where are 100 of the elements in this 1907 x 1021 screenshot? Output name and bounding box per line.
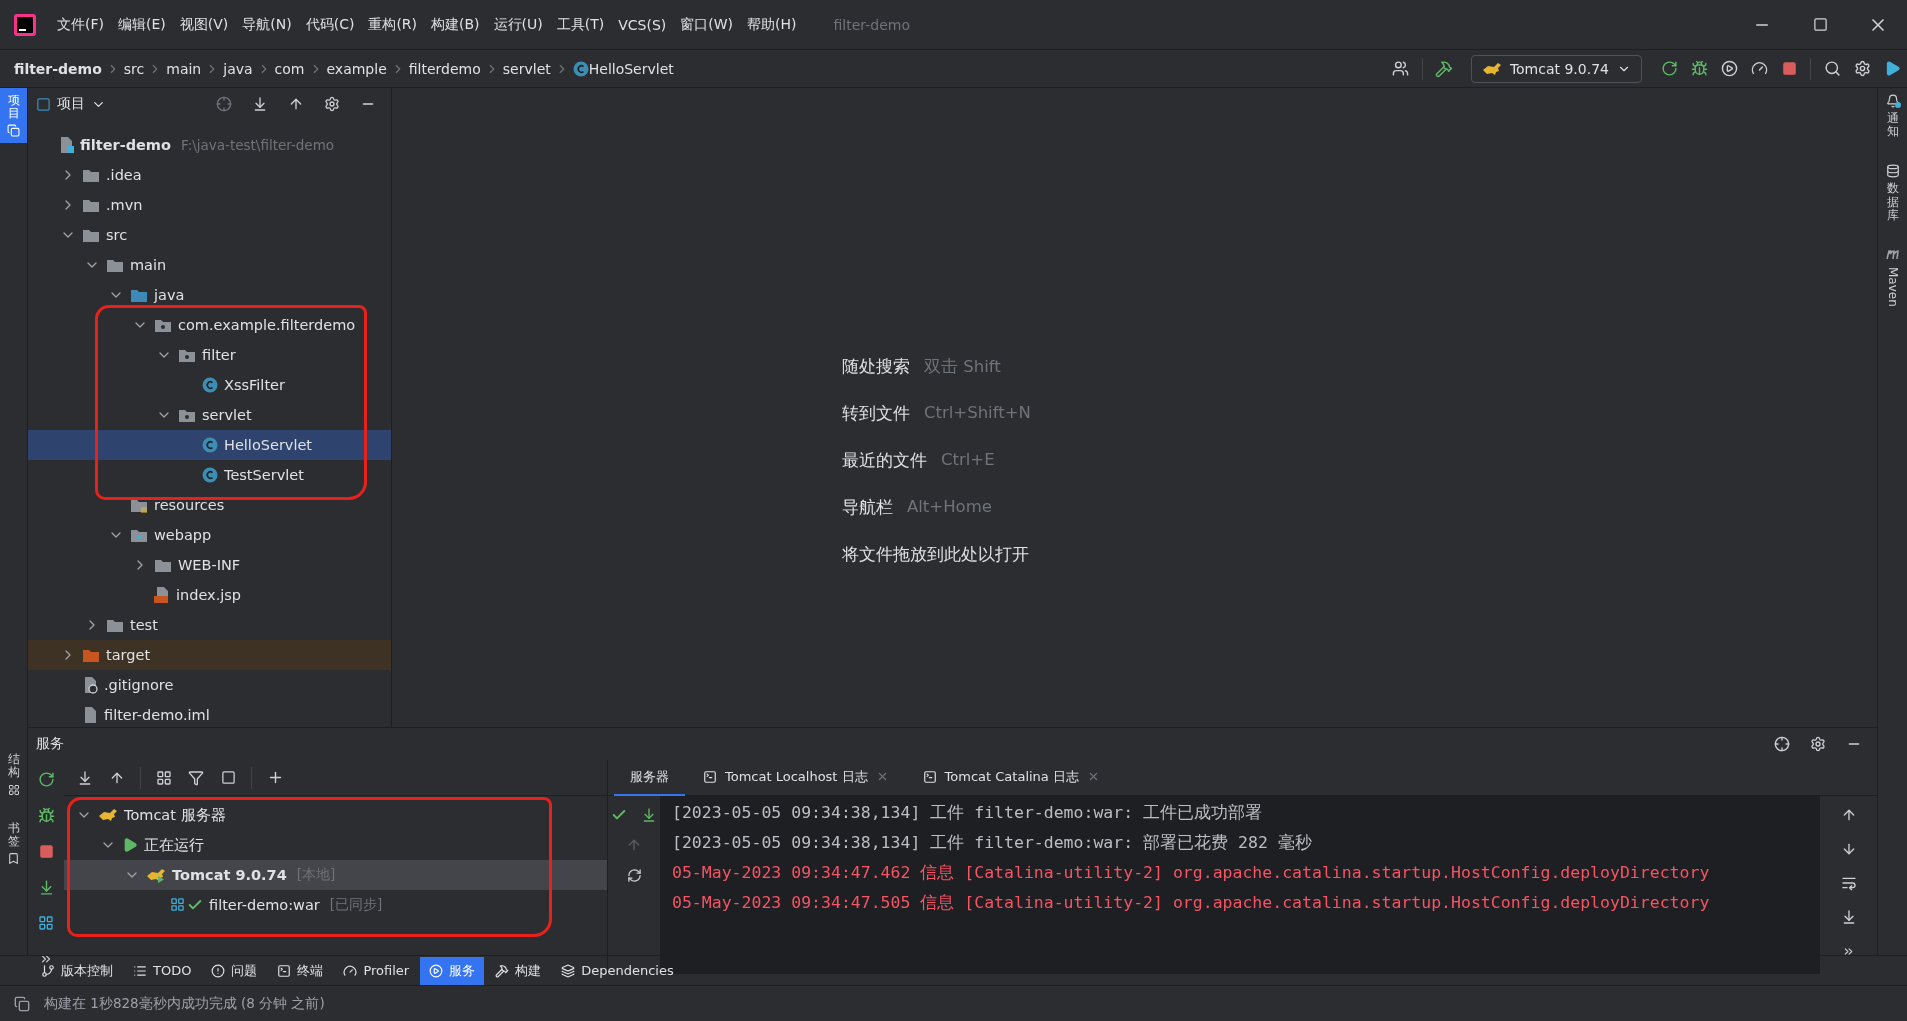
tree-row[interactable]: .mvn	[28, 190, 391, 220]
panel-title: 服务	[36, 735, 64, 753]
node-label: index.jsp	[176, 587, 242, 603]
hint-action: 转到文件	[842, 403, 910, 425]
breadcrumb-item[interactable]: java	[223, 60, 253, 77]
breadcrumb-item[interactable]: src	[123, 60, 145, 77]
menu-item[interactable]: 运行(U)	[486, 15, 550, 34]
hint-shortcut: Ctrl+E	[941, 450, 995, 471]
source-folder-icon	[130, 287, 148, 303]
tree-row[interactable]: com.example.filterdemo	[28, 310, 391, 340]
breadcrumb-item[interactable]: filterdemo	[408, 60, 481, 77]
resources-folder-icon	[130, 497, 148, 513]
node-label: com.example.filterdemo	[178, 317, 356, 333]
hint-shortcut: 双击 Shift	[924, 356, 1001, 378]
node-label: java	[154, 287, 185, 303]
tool-window-button[interactable]: Dependencies	[552, 956, 683, 985]
tree-row[interactable]: filter-demo:war [已同步]	[64, 890, 607, 920]
tree-row[interactable]: TestServlet	[28, 460, 391, 490]
terminal-icon	[922, 769, 937, 784]
tree-row[interactable]: index.jsp	[28, 580, 391, 610]
hint-shortcut: Ctrl+Shift+N	[924, 403, 1031, 424]
breadcrumb-item[interactable]: main	[166, 60, 202, 77]
tree-row[interactable]: filter	[28, 340, 391, 370]
tree-row[interactable]: filter-demo F:\java-test\filter-demo	[28, 130, 391, 160]
tree-row[interactable]: .idea	[28, 160, 391, 190]
tree-row[interactable]: XssFilter	[28, 370, 391, 400]
menu-item[interactable]: 代码(C)	[298, 15, 362, 34]
jsp-file-icon	[154, 586, 170, 604]
tree-row[interactable]: java	[28, 280, 391, 310]
node-label: webapp	[154, 527, 212, 543]
menu-item[interactable]: 文件(F)	[50, 15, 111, 34]
run-config-dropdown[interactable]: Tomcat 9.0.74	[1470, 54, 1642, 83]
tool-strip-button[interactable]: 通知	[1878, 88, 1907, 145]
menu-item[interactable]: 编辑(E)	[111, 15, 173, 34]
hint-shortcut: Alt+Home	[907, 497, 992, 518]
node-label: filter	[202, 347, 236, 363]
module-icon	[58, 136, 74, 154]
menu-item[interactable]: 窗口(W)	[673, 15, 741, 34]
tool-window-button[interactable]: TODO	[124, 956, 201, 985]
tool-window-button[interactable]: 服务	[420, 956, 485, 985]
terminal-icon	[703, 769, 717, 784]
tree-row[interactable]: filter-demo.iml	[28, 700, 391, 727]
tree-row[interactable]: Tomcat 服务器	[64, 800, 607, 830]
terminal-icon	[277, 963, 292, 978]
gauge-icon	[343, 963, 358, 978]
breadcrumb-item[interactable]: filter-demo	[14, 60, 102, 77]
tree-row[interactable]: HelloServlet	[28, 430, 391, 460]
panel-title[interactable]: 项目	[57, 95, 85, 113]
tool-window-button[interactable]: 问题	[202, 956, 267, 985]
tool-window-button[interactable]: Profiler	[334, 956, 419, 985]
hint-action: 最近的文件	[842, 450, 927, 472]
web-folder-icon	[130, 527, 148, 543]
tool-window-button[interactable]: 版本控制	[32, 956, 122, 985]
tree-row[interactable]: servlet	[28, 400, 391, 430]
branch-icon	[41, 963, 55, 978]
tool-strip-button[interactable]: Maven	[1878, 241, 1907, 313]
tool-window-button[interactable]: 终端	[268, 956, 333, 985]
tree-row[interactable]: .gitignore	[28, 670, 391, 700]
tree-row[interactable]: src	[28, 220, 391, 250]
class-icon	[202, 437, 218, 453]
menu-item[interactable]: 重构(R)	[361, 15, 425, 34]
class-icon	[572, 60, 589, 77]
tree-row[interactable]: resources	[28, 490, 391, 520]
project-tool-button[interactable]: 项目	[0, 88, 27, 144]
node-label: Tomcat 服务器	[124, 805, 226, 825]
tool-window-button[interactable]: 构建	[486, 956, 551, 985]
tree-row[interactable]: WEB-INF	[28, 550, 391, 580]
node-label: XssFilter	[224, 377, 285, 393]
alert-icon	[211, 963, 226, 978]
layout-icon[interactable]	[14, 995, 30, 1012]
tree-row[interactable]: test	[28, 610, 391, 640]
tree-row[interactable]: main	[28, 250, 391, 280]
hint-action: 导航栏	[842, 497, 893, 519]
menu-item[interactable]: 构建(B)	[424, 15, 487, 34]
breadcrumb-item[interactable]: servlet	[502, 60, 551, 77]
menu-item[interactable]: 视图(V)	[172, 15, 236, 34]
node-label: filter-demo	[80, 137, 171, 153]
tool-strip-button[interactable]: 书签	[0, 815, 27, 871]
node-label: Tomcat 9.0.74	[172, 867, 287, 883]
menu-item[interactable]: 工具(T)	[549, 15, 612, 34]
menu-item[interactable]: 帮助(H)	[740, 15, 804, 34]
tool-strip-button[interactable]: 数据库	[1878, 158, 1907, 228]
node-label: .mvn	[106, 197, 143, 213]
breadcrumb-item[interactable]: HelloServlet	[588, 60, 674, 77]
log-tab[interactable]: Tomcat Catalina 日志	[906, 759, 1116, 796]
tool-strip-button[interactable]: 结构	[0, 747, 27, 802]
node-label: resources	[154, 497, 225, 513]
breadcrumb-item[interactable]: example	[326, 60, 387, 77]
breadcrumb-item[interactable]: com	[274, 60, 305, 77]
log-tab[interactable]: Tomcat Localhost 日志	[687, 759, 905, 796]
maximize-icon[interactable]	[1812, 17, 1828, 32]
menu-item[interactable]: VCS(S)	[611, 16, 674, 33]
node-label: src	[106, 227, 128, 243]
window-title: filter-demo	[833, 16, 911, 33]
tree-row[interactable]: target	[28, 640, 391, 670]
tree-row[interactable]: webapp	[28, 520, 391, 550]
menu-item[interactable]: 导航(N)	[235, 15, 299, 34]
database-icon	[1885, 164, 1900, 179]
status-message: 构建在 1秒828毫秒内成功完成 (8 分钟 之前)	[44, 994, 325, 1013]
tree-row[interactable]: 正在运行	[64, 830, 607, 860]
